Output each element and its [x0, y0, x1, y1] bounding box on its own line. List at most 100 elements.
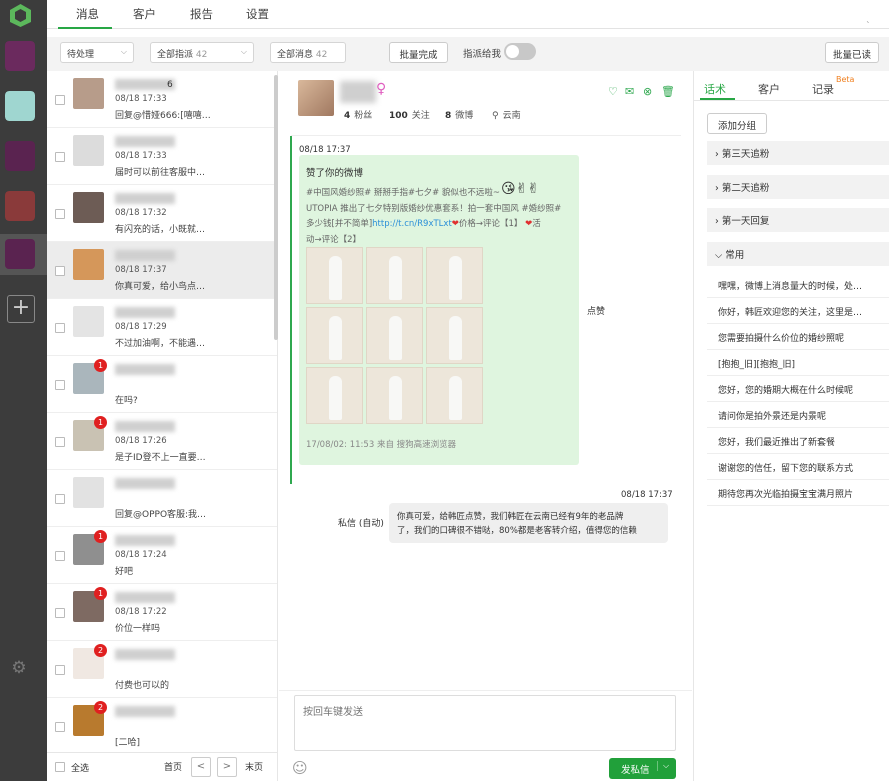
row-checkbox[interactable]	[55, 437, 65, 447]
script-phrase[interactable]: 谢谢您的信任，留下您的联系方式	[707, 454, 889, 480]
script-phrase[interactable]: 您好，您的婚期大概在什么时候呢	[707, 376, 889, 402]
event-marker-line	[290, 136, 292, 484]
conversation-row[interactable]: 08/18 17:32 有闪充的话，小既就…	[47, 185, 277, 242]
assign-select[interactable]: 全部指派 42 ⌵	[150, 42, 254, 63]
script-phrase[interactable]: 期待您再次光临拍摄宝宝满月照片	[707, 480, 889, 506]
account-avatar-4[interactable]	[5, 191, 35, 221]
row-checkbox[interactable]	[55, 722, 65, 732]
next-page-button[interactable]: >	[217, 757, 237, 777]
weibo-label: 微博	[455, 111, 474, 121]
group-day3[interactable]: › 第三天追粉	[707, 141, 889, 165]
wedding-photo-3[interactable]	[426, 247, 483, 304]
wedding-photo-1[interactable]	[306, 247, 363, 304]
script-phrase[interactable]: [抱抱_旧][抱抱_旧]	[707, 350, 889, 376]
conversation-row[interactable]: 08/18 17:29 不过加油啊，不能遇…	[47, 299, 277, 356]
list-scrollbar[interactable]	[274, 75, 278, 340]
account-avatar-5-selected[interactable]	[0, 234, 47, 275]
reply-line-2: 了，我们的口碑很不错哒，80%都是老客转介绍，值得您的信赖	[397, 526, 637, 536]
chevron-down-icon: ⌵	[715, 250, 723, 261]
row-checkbox[interactable]	[55, 323, 65, 333]
wedding-photo-2[interactable]	[366, 247, 423, 304]
mail-icon[interactable]: ✉	[625, 85, 634, 98]
account-avatar-1[interactable]	[5, 41, 35, 71]
emoji-picker-icon[interactable]: ☺	[292, 759, 308, 777]
row-checkbox[interactable]	[55, 95, 65, 105]
card-text-line-3: 多少钱[并不简单]http://t.cn/R9xTLxt❤价格→评论【1】 ❤活	[306, 217, 541, 229]
first-page-link[interactable]: 首页	[164, 760, 182, 773]
tab-reports[interactable]: 报告	[190, 6, 213, 22]
gear-icon[interactable]: ⚙	[9, 658, 29, 678]
row-checkbox[interactable]	[55, 380, 65, 390]
group-day2[interactable]: › 第二天追粉	[707, 175, 889, 199]
tab-records[interactable]: 记录	[812, 81, 834, 97]
row-checkbox[interactable]	[55, 551, 65, 561]
select-all-checkbox[interactable]	[55, 762, 65, 772]
event-label: 点赞	[587, 307, 606, 317]
script-phrase[interactable]: 您好，我们最近推出了新套餐	[707, 428, 889, 454]
message-preview: 有闪充的话，小既就…	[115, 225, 206, 235]
conversation-row[interactable]: 2 付费也可以的	[47, 641, 277, 698]
tab-scripts[interactable]: 话术	[704, 81, 726, 97]
conversation-row[interactable]: 1 08/18 17:24 好吧	[47, 527, 277, 584]
last-page-link[interactable]: 末页	[245, 760, 263, 773]
wedding-photo-5[interactable]	[366, 307, 423, 364]
prev-page-button[interactable]: <	[191, 757, 211, 777]
conversation-row[interactable]: 08/18 17:33 届时可以前往客服中…	[47, 128, 277, 185]
assign-me-toggle[interactable]	[504, 43, 536, 60]
script-phrase[interactable]: 您需要拍摄什么价位的婚纱照呢	[707, 324, 889, 350]
tab-settings[interactable]: 设置	[246, 6, 269, 22]
batch-read-button[interactable]: 批量已读	[825, 42, 879, 63]
row-checkbox[interactable]	[55, 152, 65, 162]
wedding-photo-8[interactable]	[366, 367, 423, 424]
add-account-button[interactable]: +	[7, 295, 35, 323]
weibo-post-card[interactable]: 赞了你的微博 #中国风婚纱照# 掰掰手指#七夕# 貌似也不远啦~ 😘✌✌ UTO…	[299, 155, 579, 465]
window-caret-icon[interactable]: ˎ	[866, 14, 871, 24]
wedding-photo-6[interactable]	[426, 307, 483, 364]
wedding-photo-4[interactable]	[306, 307, 363, 364]
heart-icon[interactable]: ♡	[608, 85, 618, 98]
wedding-photo-9[interactable]	[426, 367, 483, 424]
card-text-price: 多少钱[并不简单]	[306, 219, 373, 229]
conversation-row[interactable]: 1 08/18 17:22 价位一样吗	[47, 584, 277, 641]
row-checkbox[interactable]	[55, 494, 65, 504]
chevron-down-icon[interactable]: ⌵	[657, 761, 669, 771]
contact-name-blurred	[115, 193, 175, 204]
conversation-row[interactable]: 1 在吗?	[47, 356, 277, 413]
account-avatar-3[interactable]	[5, 141, 35, 171]
conversation-row[interactable]: 2 [二哈]	[47, 698, 277, 752]
row-checkbox[interactable]	[55, 209, 65, 219]
delete-icon[interactable]: 🗑	[661, 85, 675, 98]
group-label: 常用	[725, 250, 745, 261]
contact-avatar	[73, 249, 104, 280]
send-message-button[interactable]: 发私信 ⌵	[609, 758, 676, 779]
message-input[interactable]	[294, 695, 676, 751]
conversation-row[interactable]: 08/18 17:37 你真可爱，给小鸟点…	[47, 242, 277, 299]
message-select[interactable]: 全部消息 42	[270, 42, 346, 63]
group-common[interactable]: ⌵ 常用	[707, 242, 889, 266]
tab-customer[interactable]: 客户	[758, 81, 780, 97]
script-phrase[interactable]: 你好，韩匠欢迎您的关注，这里是…	[707, 298, 889, 324]
group-day1[interactable]: › 第一天回复	[707, 208, 889, 232]
tab-customers[interactable]: 客户	[133, 6, 156, 22]
send-label: 发私信	[621, 765, 650, 776]
row-checkbox[interactable]	[55, 665, 65, 675]
batch-complete-button[interactable]: 批量完成	[389, 42, 448, 63]
contact-name-blurred	[115, 649, 175, 660]
card-link[interactable]: http://t.cn/R9xTLxt	[372, 219, 452, 229]
script-phrase[interactable]: 请问你是拍外景还是内景呢	[707, 402, 889, 428]
add-group-button[interactable]: 添加分组	[707, 113, 767, 134]
conversation-row[interactable]: 1 08/18 17:26 是子ID登不上一直要…	[47, 413, 277, 470]
card-footer: 17/08/02: 11:53 来自 搜狗高速浏览器	[306, 440, 457, 450]
row-checkbox[interactable]	[55, 608, 65, 618]
status-select[interactable]: 待处理 ⌵	[60, 42, 134, 63]
contact-name-blurred	[115, 421, 175, 432]
wedding-photo-7[interactable]	[306, 367, 363, 424]
assign-count: 42	[195, 50, 208, 60]
block-icon[interactable]: ⊗	[643, 85, 652, 98]
conversation-row[interactable]: 6 08/18 17:33 回复@惜娅666:[嘻嘻…	[47, 71, 277, 128]
tab-messages[interactable]: 消息	[76, 6, 99, 22]
conversation-row[interactable]: 回复@OPPO客服:我…	[47, 470, 277, 527]
script-phrase[interactable]: 嘿嘿，微博上消息量大的时候，处…	[707, 272, 889, 298]
account-avatar-2[interactable]	[5, 91, 35, 121]
row-checkbox[interactable]	[55, 266, 65, 276]
